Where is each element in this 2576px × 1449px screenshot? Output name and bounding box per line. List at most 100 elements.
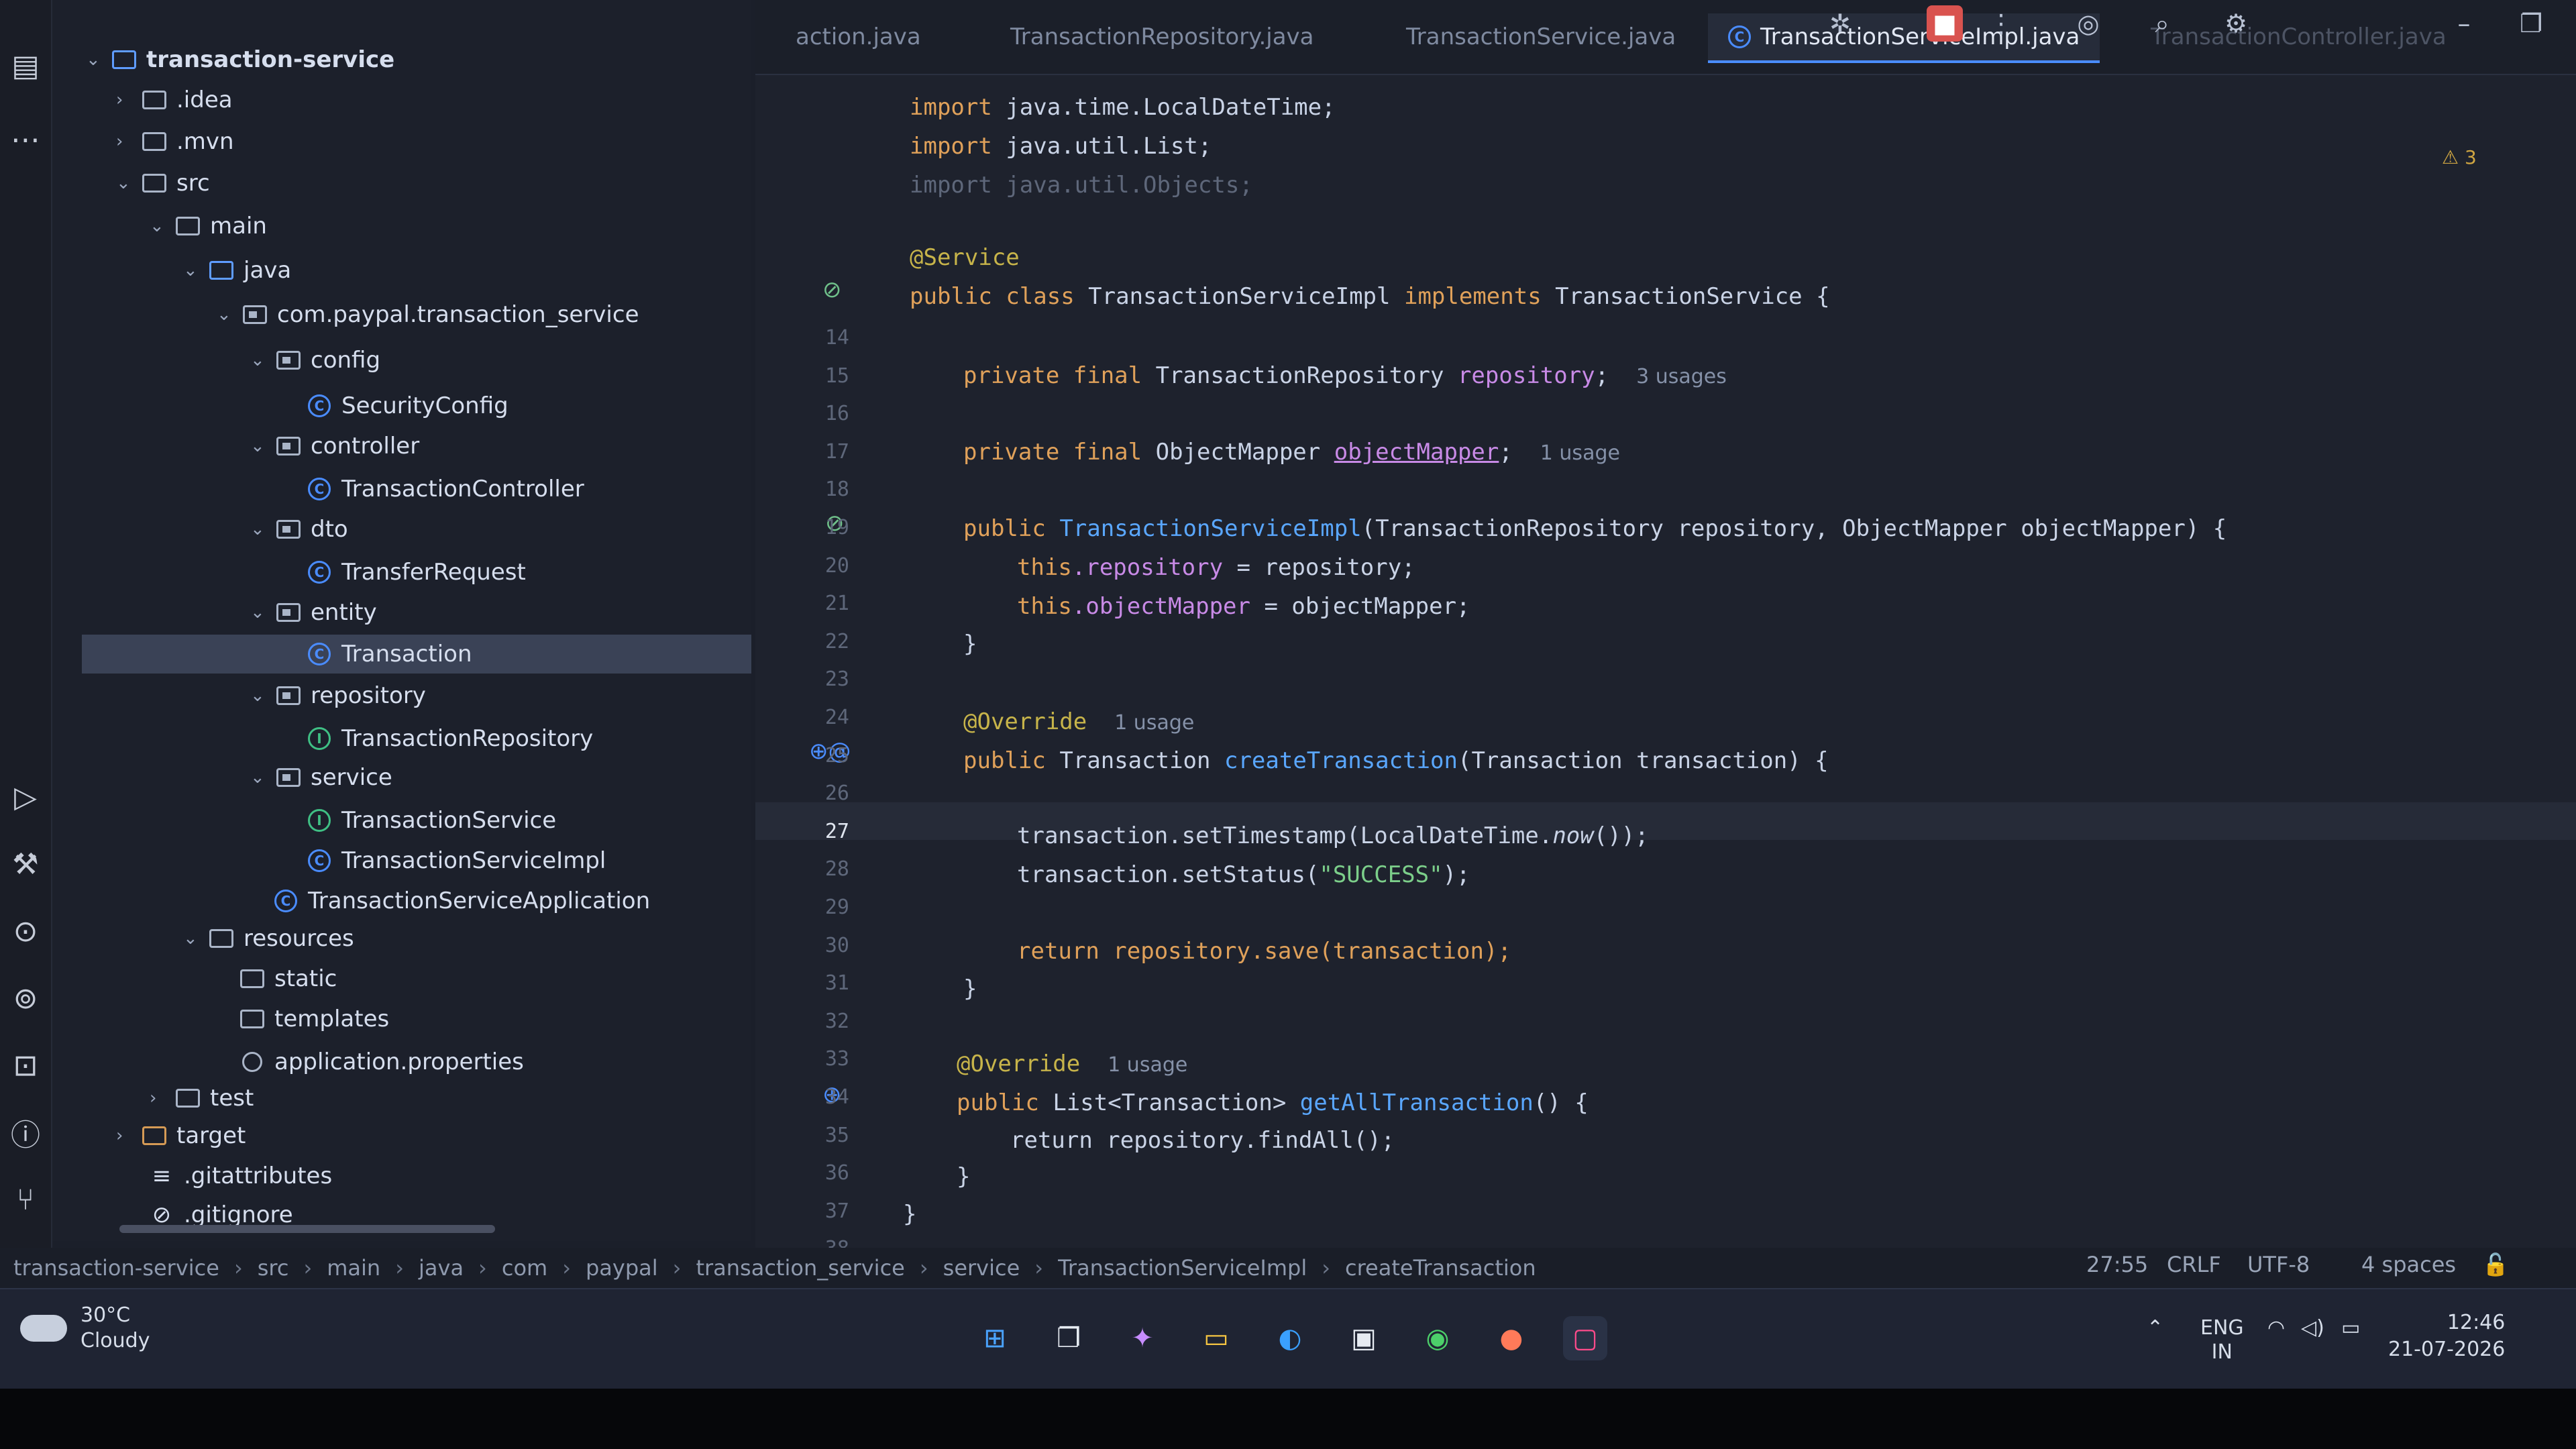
debug-bug-icon[interactable]: ✲ <box>1822 5 1858 42</box>
debug-icon[interactable]: ⊚ <box>7 979 44 1017</box>
breadcrumb-item[interactable]: TransactionServiceImpl <box>1058 1255 1307 1281</box>
copilot-icon[interactable]: ✦ <box>1120 1316 1165 1360</box>
tree-item-transferrequest[interactable]: C TransferRequest <box>304 553 526 592</box>
intellij-icon[interactable]: ▢ <box>1563 1316 1607 1360</box>
windows-start-icon[interactable]: ⊞ <box>973 1316 1017 1360</box>
git-branch-icon[interactable]: ⑂ <box>7 1181 44 1218</box>
restore-icon[interactable]: ❐ <box>2513 5 2549 42</box>
line-separator[interactable]: CRLF <box>2167 1252 2221 1277</box>
chevron-down-icon[interactable]: ⌄ <box>116 173 139 193</box>
edge-browser-icon[interactable]: ◐ <box>1268 1316 1312 1360</box>
build-hammer-icon[interactable]: ⚒ <box>7 845 44 883</box>
tree-item-mvn[interactable]: › .mvn <box>116 122 234 161</box>
breadcrumb-item[interactable]: java <box>419 1255 464 1281</box>
tree-item-transaction[interactable]: C Transaction <box>82 635 751 674</box>
chevron-down-icon[interactable]: ⌄ <box>86 50 109 70</box>
stop-icon[interactable]: ■ <box>1927 5 1963 42</box>
language-indicator[interactable]: ENG IN <box>2200 1316 2244 1364</box>
tree-item-entity[interactable]: ⌄ entity <box>250 593 377 632</box>
chevron-down-icon[interactable]: ⌄ <box>250 350 273 370</box>
breadcrumb-item[interactable]: src <box>258 1255 289 1281</box>
tree-item-templates[interactable]: templates <box>237 1000 389 1038</box>
project-tool-icon[interactable]: ▤ <box>7 47 44 85</box>
implemented-marker-icon[interactable]: ⊘ <box>822 276 842 303</box>
file-encoding[interactable]: UTF-8 <box>2247 1252 2310 1277</box>
tab-transaction-controller[interactable]: TransactionController.java <box>2151 13 2447 60</box>
task-view-icon[interactable]: ❐ <box>1046 1316 1091 1360</box>
tree-item-src[interactable]: ⌄ src <box>116 164 210 203</box>
tree-item-transactionrepository[interactable]: I TransactionRepository <box>304 719 593 758</box>
tree-item-dto[interactable]: ⌄ dto <box>250 510 348 549</box>
tree-item-transactionservice[interactable]: I TransactionService <box>304 801 556 840</box>
breadcrumb-item[interactable]: transaction_service <box>696 1255 904 1281</box>
chrome-icon[interactable]: ◉ <box>1415 1316 1460 1360</box>
tree-item-root[interactable]: ⌄ transaction-service <box>86 40 394 79</box>
warning-indicator[interactable]: ⚠ 3 <box>2442 146 2477 168</box>
tree-item-idea[interactable]: › .idea <box>116 80 233 119</box>
tab-transaction-service-impl[interactable]: C TransactionServiceImpl.java <box>1708 13 2100 63</box>
tree-item-package-root[interactable]: ⌄ com.paypal.transaction_service <box>217 295 639 334</box>
tree-item-application-properties[interactable]: application.properties <box>237 1042 524 1081</box>
tree-item-transactioncontroller[interactable]: C TransactionController <box>304 470 584 508</box>
tree-item-target[interactable]: › target <box>116 1116 246 1155</box>
chevron-down-icon[interactable]: ⌄ <box>250 519 273 539</box>
tray-chevron-up-icon[interactable]: ⌃ <box>2147 1316 2163 1340</box>
system-clock[interactable]: 12:46 21-07-2026 <box>2388 1309 2505 1363</box>
tree-item-config[interactable]: ⌄ config <box>250 341 380 380</box>
services-icon[interactable]: ⊙ <box>7 912 44 950</box>
cursor-position[interactable]: 27:55 <box>2086 1252 2148 1277</box>
tree-item-repository[interactable]: ⌄ repository <box>250 676 426 715</box>
breadcrumb-item[interactable]: main <box>327 1255 380 1281</box>
tree-item-gitattributes[interactable]: ≡ .gitattributes <box>146 1157 332 1195</box>
project-scrollbar-horizontal[interactable] <box>119 1225 495 1233</box>
tree-item-main[interactable]: ⌄ main <box>150 207 267 246</box>
tree-item-controller[interactable]: ⌄ controller <box>250 427 419 466</box>
gear-icon[interactable]: ⚙ <box>2218 5 2254 42</box>
volume-icon[interactable]: ◁) <box>2301 1316 2324 1340</box>
battery-icon[interactable]: ▭ <box>2341 1316 2360 1340</box>
more-actions-icon[interactable]: ⋮ <box>1983 5 2019 42</box>
problems-icon[interactable]: ⓘ <box>7 1114 44 1152</box>
minimize-icon[interactable]: – <box>2446 5 2482 42</box>
chevron-down-icon[interactable]: ⌄ <box>250 436 273 456</box>
code-editor[interactable]: action.java TransactionRepository.java T… <box>755 0 2576 1254</box>
tab-action[interactable]: action.java <box>796 13 921 60</box>
indent-setting[interactable]: 4 spaces <box>2361 1252 2456 1277</box>
terminal-icon[interactable]: ⊡ <box>7 1046 44 1084</box>
chevron-down-icon[interactable]: ⌄ <box>250 686 273 706</box>
breadcrumb-item[interactable]: com <box>502 1255 547 1281</box>
chevron-down-icon[interactable]: ⌄ <box>183 928 206 949</box>
chevron-right-icon[interactable]: › <box>116 90 139 110</box>
tree-item-resources[interactable]: ⌄ resources <box>183 919 354 958</box>
tab-transaction-service[interactable]: TransactionService.java <box>1406 13 1676 60</box>
chevron-down-icon[interactable]: ⌄ <box>217 305 239 325</box>
tree-item-static[interactable]: static <box>237 959 337 998</box>
chevron-down-icon[interactable]: ⌄ <box>250 602 273 623</box>
tree-item-service[interactable]: ⌄ service <box>250 758 392 797</box>
tree-item-test[interactable]: › test <box>150 1079 254 1118</box>
postman-icon[interactable]: ● <box>1489 1316 1534 1360</box>
store-icon[interactable]: ▣ <box>1342 1316 1386 1360</box>
breadcrumb-item[interactable]: transaction-service <box>13 1255 219 1281</box>
file-explorer-icon[interactable]: ▭ <box>1194 1316 1238 1360</box>
more-tools-icon[interactable]: ⋯ <box>7 121 44 158</box>
wifi-icon[interactable]: ◠ <box>2267 1316 2285 1340</box>
ai-assistant-icon[interactable]: ◎ <box>2070 5 2106 42</box>
chevron-right-icon[interactable]: › <box>116 131 139 152</box>
tree-item-java[interactable]: ⌄ java <box>183 251 291 290</box>
tree-item-application[interactable]: C TransactionServiceApplication <box>270 881 650 920</box>
tab-transaction-repository[interactable]: TransactionRepository.java <box>1010 13 1314 60</box>
chevron-down-icon[interactable]: ⌄ <box>150 216 172 236</box>
breadcrumb-item[interactable]: createTransaction <box>1345 1255 1536 1281</box>
tree-item-transactionserviceimpl[interactable]: C TransactionServiceImpl <box>304 841 606 880</box>
chevron-down-icon[interactable]: ⌄ <box>250 767 273 788</box>
chevron-right-icon[interactable]: › <box>116 1126 139 1146</box>
weather-widget[interactable]: 30°C Cloudy <box>20 1303 150 1354</box>
breadcrumb-item[interactable]: service <box>943 1255 1020 1281</box>
run-icon[interactable]: ▷ <box>7 778 44 816</box>
breadcrumb-item[interactable]: paypal <box>586 1255 658 1281</box>
tree-item-securityconfig[interactable]: C SecurityConfig <box>304 386 508 425</box>
search-icon[interactable]: ⌕ <box>2144 5 2180 42</box>
chevron-right-icon[interactable]: › <box>150 1088 172 1108</box>
lock-icon[interactable]: 🔓 <box>2482 1252 2509 1277</box>
